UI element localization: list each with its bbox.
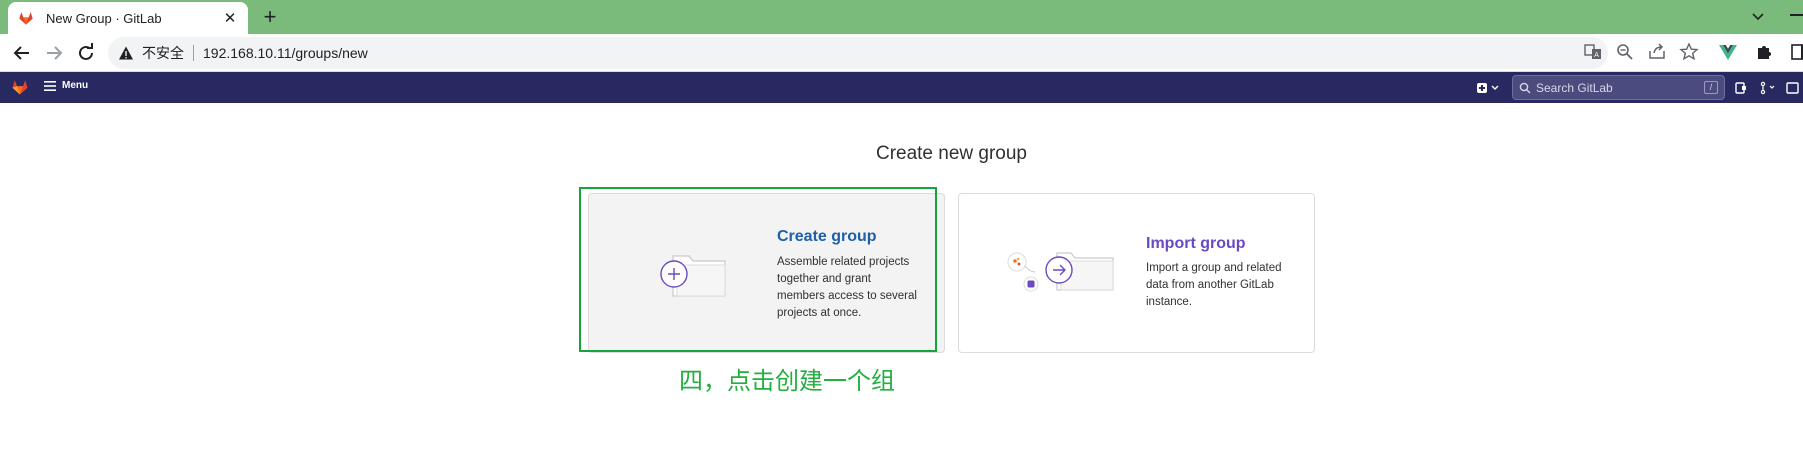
address-bar[interactable]: 不安全 192.168.10.11/groups/new	[108, 37, 1608, 69]
reload-icon[interactable]	[74, 41, 98, 65]
gitlab-logo-icon[interactable]	[11, 78, 29, 96]
create-new-dropdown-icon[interactable]	[1476, 81, 1500, 95]
import-group-card[interactable]: Import group Import a group and related …	[958, 193, 1315, 353]
search-icon	[1519, 82, 1531, 93]
merge-requests-icon[interactable]	[1759, 81, 1775, 95]
forward-arrow-icon[interactable]	[42, 41, 66, 65]
new-tab-button[interactable]: +	[258, 4, 282, 30]
translate-icon[interactable]: A	[1583, 42, 1603, 62]
browser-toolbar: 不安全 192.168.10.11/groups/new A	[0, 34, 1803, 72]
navbar-right-icons	[1733, 81, 1801, 95]
menu-button[interactable]: Menu	[44, 80, 88, 91]
extensions-puzzle-icon[interactable]	[1754, 42, 1774, 62]
import-group-illustration-icon	[1007, 252, 1114, 292]
import-group-title[interactable]: Import group	[1146, 235, 1246, 253]
share-icon[interactable]	[1647, 42, 1667, 62]
tab-title: New Group · GitLab	[46, 10, 162, 26]
annotation-caption: 四，点击创建一个组	[679, 367, 895, 395]
tab-close-icon[interactable]: ✕	[222, 9, 238, 27]
zoom-icon[interactable]	[1615, 42, 1635, 62]
browser-tab[interactable]: New Group · GitLab ✕	[8, 2, 248, 34]
page-title: Create new group	[875, 143, 1028, 164]
url-text[interactable]: 192.168.10.11/groups/new	[203, 45, 368, 61]
search-input[interactable]: Search GitLab /	[1512, 75, 1725, 100]
security-label[interactable]: 不安全	[142, 43, 184, 63]
menu-label: Menu	[62, 80, 89, 91]
omnibox-actions: A	[1583, 42, 1699, 62]
svg-text:A: A	[1594, 51, 1599, 59]
extension-toolbar	[1718, 42, 1803, 62]
address-separator	[193, 45, 194, 61]
issues-icon[interactable]	[1733, 81, 1749, 95]
gitlab-favicon-icon	[19, 12, 33, 25]
gitlab-navbar: Menu Search GitLab /	[0, 72, 1803, 103]
tab-search-chevron-icon[interactable]	[1748, 6, 1768, 26]
window-minimize-icon[interactable]	[1790, 14, 1803, 16]
bookmark-star-icon[interactable]	[1679, 42, 1699, 62]
annotation-highlight-box	[579, 187, 937, 352]
warning-icon[interactable]	[118, 45, 134, 61]
todos-icon[interactable]	[1785, 81, 1801, 95]
search-placeholder: Search GitLab	[1536, 80, 1613, 95]
side-panel-icon[interactable]	[1790, 42, 1803, 62]
back-arrow-icon[interactable]	[10, 41, 34, 65]
browser-tab-strip: New Group · GitLab ✕ +	[0, 0, 1803, 34]
vue-devtools-icon[interactable]	[1718, 42, 1738, 62]
search-shortcut-hint: /	[1704, 81, 1718, 94]
import-group-description: Import a group and related data from ano…	[1146, 262, 1282, 308]
hamburger-icon	[44, 80, 56, 91]
